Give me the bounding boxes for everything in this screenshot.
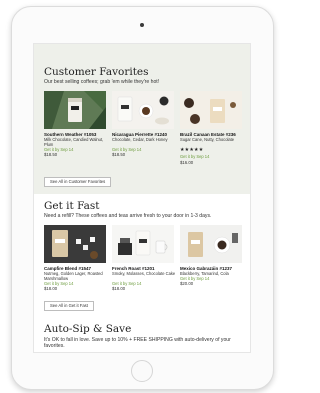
product-price: $18.00	[112, 286, 126, 291]
product-notes: Nutmeg, Golden Lager, Roasted Marshmallo…	[44, 271, 103, 281]
product-price: $18.50	[112, 152, 126, 157]
product-price: $20.00	[180, 281, 194, 286]
delivery-date: Get it by Sep 14	[180, 154, 210, 159]
auto-sip-section: Auto-Sip & Save It's OK to fall in love.…	[34, 320, 250, 352]
product-notes: Smoky, Molasses, Chocolate Cake	[112, 271, 176, 276]
product-notes: Chocolate, Cedar, Dark Honey	[112, 137, 168, 142]
product-image[interactable]	[180, 91, 242, 129]
home-button[interactable]	[131, 360, 153, 382]
see-all-fast-button[interactable]: See All in Get it Fast	[44, 301, 94, 311]
section-subtitle: Our best selling coffees; grab 'em while…	[44, 79, 160, 85]
product-image[interactable]	[44, 225, 106, 263]
product-image[interactable]	[180, 225, 242, 263]
product-price: $18.50	[44, 152, 58, 157]
section-subtitle: Need a refill? These coffees and teas ar…	[44, 213, 212, 219]
customer-favorites-section: Customer Favorites Our best selling coff…	[34, 44, 250, 194]
rating-stars: ★★★★★	[180, 147, 204, 153]
product-price: $16.00	[180, 160, 194, 165]
product-image[interactable]	[44, 91, 106, 129]
section-title: Get it Fast	[44, 200, 100, 212]
screen: Customer Favorites Our best selling coff…	[33, 43, 251, 353]
see-all-favorites-button[interactable]: See All in Customer Favorites	[44, 177, 112, 187]
camera-icon	[140, 23, 144, 27]
product-price: $18.00	[44, 286, 58, 291]
product-image[interactable]	[112, 91, 174, 129]
section-title: Auto-Sip & Save	[44, 323, 132, 335]
section-title: Customer Favorites	[44, 66, 149, 78]
product-notes: Milk Chocolate, Candied Walnut, Plum	[44, 137, 104, 147]
section-subtitle: It's OK to fall in love. Save up to 10% …	[44, 337, 231, 350]
product-image[interactable]	[112, 225, 174, 263]
product-notes: Sugar Cane, Nutty, Chocolate	[180, 137, 235, 142]
